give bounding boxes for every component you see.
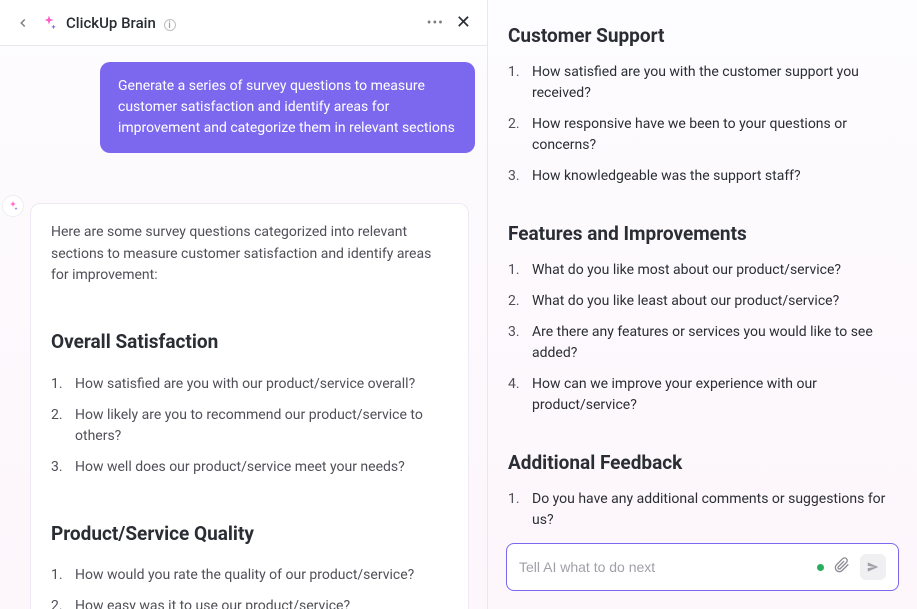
list-item: What do you like most about our product/… <box>508 255 889 286</box>
list-item: Do you have any additional comments or s… <box>508 484 889 529</box>
section-title: Customer Support <box>508 24 889 47</box>
list-item: How satisfied are you with our product/s… <box>51 369 448 400</box>
detail-panel: Customer Support How satisfied are you w… <box>488 0 917 609</box>
list-item: How easy was it to use our product/servi… <box>51 591 448 609</box>
page-title: ClickUp Brain i <box>66 14 427 32</box>
list-item: How knowledgeable was the support staff? <box>508 161 889 192</box>
list-item: How can we improve your experience with … <box>508 369 889 421</box>
chat-header: ClickUp Brain i ••• ✕ <box>0 0 487 46</box>
prompt-input[interactable] <box>519 559 807 575</box>
list-item: What do you like least about our product… <box>508 286 889 317</box>
list-item: How would you rate the quality of our pr… <box>51 560 448 591</box>
more-icon[interactable]: ••• <box>427 15 444 31</box>
ai-message: Here are some survey questions categoriz… <box>30 203 469 609</box>
question-list: What do you like most about our product/… <box>508 255 889 421</box>
ai-avatar <box>2 195 24 217</box>
list-item: How likely are you to recommend our prod… <box>51 400 448 452</box>
question-list: How satisfied are you with the customer … <box>508 57 889 192</box>
list-item: How well does our product/service meet y… <box>51 452 448 483</box>
close-icon[interactable]: ✕ <box>456 12 471 33</box>
question-list: Do you have any additional comments or s… <box>508 484 889 529</box>
question-list: How satisfied are you with our product/s… <box>51 369 448 483</box>
list-item: How responsive have we been to your ques… <box>508 109 889 161</box>
input-row <box>488 529 917 609</box>
user-message: Generate a series of survey questions to… <box>100 62 475 153</box>
prompt-input-wrap[interactable] <box>506 543 899 591</box>
send-button[interactable] <box>860 554 886 580</box>
section-title: Overall Satisfaction <box>51 327 448 356</box>
sparkle-icon <box>40 14 58 32</box>
section-title: Product/Service Quality <box>51 519 448 548</box>
section-title: Additional Feedback <box>508 451 889 474</box>
chat-panel: ClickUp Brain i ••• ✕ Generate a series … <box>0 0 488 609</box>
detail-body: Customer Support How satisfied are you w… <box>488 0 917 529</box>
attachment-icon[interactable] <box>834 557 850 577</box>
info-icon[interactable]: i <box>164 19 176 31</box>
list-item: Are there any features or services you w… <box>508 317 889 369</box>
section-title: Features and Improvements <box>508 222 889 245</box>
list-item: How satisfied are you with the customer … <box>508 57 889 109</box>
back-icon[interactable] <box>16 16 30 30</box>
status-dot <box>817 564 824 571</box>
response-intro: Here are some survey questions categoriz… <box>51 222 448 287</box>
question-list: How would you rate the quality of our pr… <box>51 560 448 609</box>
chat-body: Generate a series of survey questions to… <box>0 46 487 609</box>
